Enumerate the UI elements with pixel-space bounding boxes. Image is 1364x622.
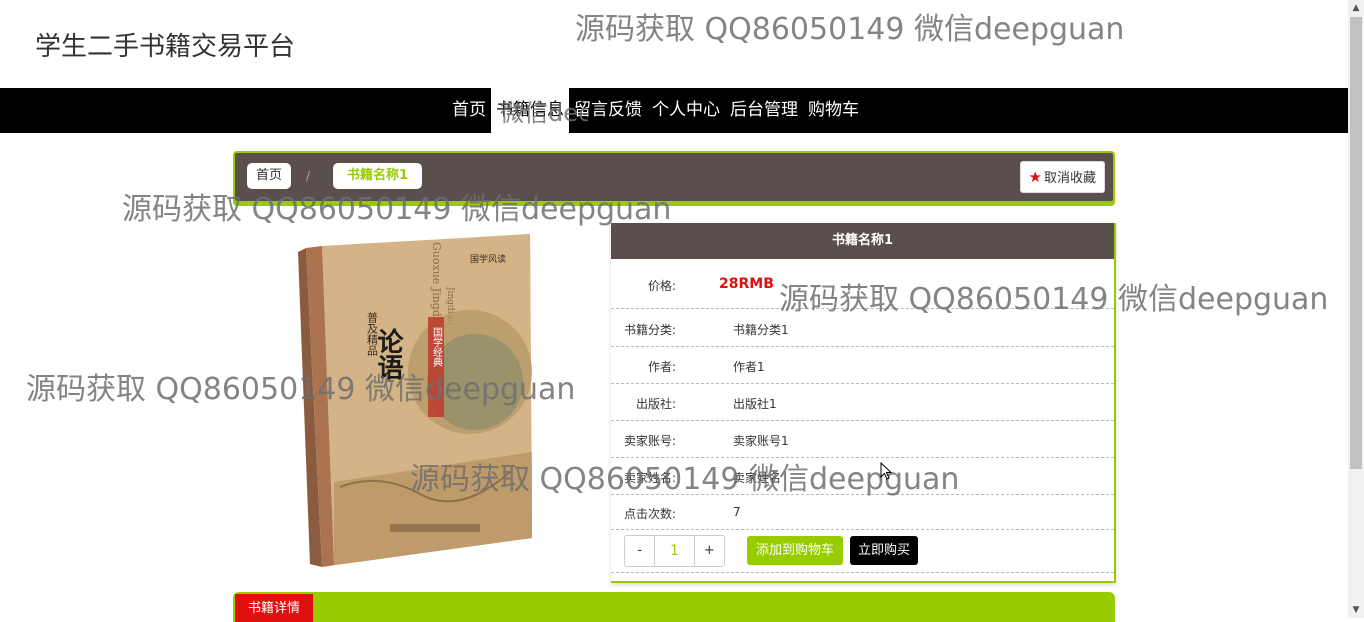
quantity-increase-button[interactable]: + xyxy=(695,536,724,566)
unfavorite-button[interactable]: ★ 取消收藏 xyxy=(1019,161,1105,193)
buy-now-button[interactable]: 立即购买 xyxy=(850,536,919,565)
scrollbar-thumb[interactable] xyxy=(1350,17,1362,469)
category-label: 书籍分类: xyxy=(623,323,676,337)
seller-account-label: 卖家账号: xyxy=(623,434,676,448)
panel-divider xyxy=(611,572,1114,573)
publisher-row: 出版社: 出版社1 xyxy=(611,384,1114,421)
nav-item-profile[interactable]: 个人中心 xyxy=(647,88,725,133)
watermark-text: 源码获取 QQ86050149 微信deepguan xyxy=(575,12,1125,47)
nav-items: 首页 书籍信息 留言反馈 个人中心 后台管理 购物车 xyxy=(447,88,864,133)
breadcrumb-current: 书籍名称1 xyxy=(333,163,423,189)
click-count-row: 点击次数: 7 xyxy=(611,495,1114,530)
price-label: 价格: xyxy=(647,279,676,293)
scroll-up-arrow-icon[interactable]: ▲ xyxy=(1348,0,1364,16)
category-row: 书籍分类: 书籍分类1 xyxy=(611,309,1114,347)
add-to-cart-button[interactable]: 添加到购物车 xyxy=(747,536,844,565)
seller-account-row: 卖家账号: 卖家账号1 xyxy=(611,421,1114,458)
seller-name-label: 卖家姓名: xyxy=(623,471,676,485)
nav-item-feedback[interactable]: 留言反馈 xyxy=(569,88,647,133)
breadcrumb-home-link[interactable]: 首页 xyxy=(247,163,292,189)
cover-series: 国学经典 xyxy=(431,327,443,368)
quantity-decrease-button[interactable]: - xyxy=(625,536,654,566)
seller-name-row: 卖家姓名: 卖家姓名 xyxy=(611,458,1114,495)
quantity-input[interactable]: 1 xyxy=(654,536,695,566)
scroll-down-arrow-icon[interactable]: ▼ xyxy=(1348,602,1364,618)
book-cover-image: 国学风读 Guoxue Jingdian Jingdian 国学经典 论语 普及… xyxy=(298,234,532,567)
publisher-value: 出版社1 xyxy=(733,397,777,411)
nav-item-home[interactable]: 首页 xyxy=(447,88,491,133)
nav-item-cart[interactable]: 购物车 xyxy=(803,88,864,133)
book-name-header: 书籍名称1 xyxy=(611,223,1114,259)
author-label: 作者: xyxy=(647,360,676,374)
cover-brand: 国学风读 xyxy=(470,253,506,265)
publisher-label: 出版社: xyxy=(635,397,676,411)
price-value: 28RMB xyxy=(719,276,774,292)
unfavorite-label: 取消收藏 xyxy=(1043,171,1096,186)
nav-item-book-info[interactable]: 书籍信息 xyxy=(491,88,569,133)
nav-item-admin[interactable]: 后台管理 xyxy=(725,88,803,133)
site-title: 学生二手书籍交易平台 xyxy=(35,32,296,62)
breadcrumb: 首页 / 书籍名称1 ★ 取消收藏 xyxy=(233,151,1115,203)
book-info-panel: 书籍名称1 价格: 28RMB 书籍分类: 书籍分类1 作者: 作者1 出版社:… xyxy=(611,223,1116,583)
seller-name-value: 卖家姓名 xyxy=(733,471,782,485)
author-row: 作者: 作者1 xyxy=(611,347,1114,384)
click-count-value: 7 xyxy=(733,505,741,519)
mouse-cursor-icon xyxy=(880,462,892,480)
author-value: 作者1 xyxy=(733,360,765,374)
category-value: 书籍分类1 xyxy=(733,323,789,337)
price-row: 价格: 28RMB xyxy=(611,259,1114,309)
click-count-label: 点击次数: xyxy=(623,507,676,521)
main-navbar: 首页 书籍信息 留言反馈 个人中心 后台管理 购物车 xyxy=(0,88,1348,133)
cover-edition: 普及精品 xyxy=(366,311,379,356)
seller-account-value: 卖家账号1 xyxy=(733,434,789,448)
star-icon: ★ xyxy=(1028,168,1042,186)
quantity-stepper: - 1 + xyxy=(624,535,725,567)
breadcrumb-separator: / xyxy=(306,169,311,183)
vertical-scrollbar[interactable]: ▲ ▼ xyxy=(1348,0,1364,618)
